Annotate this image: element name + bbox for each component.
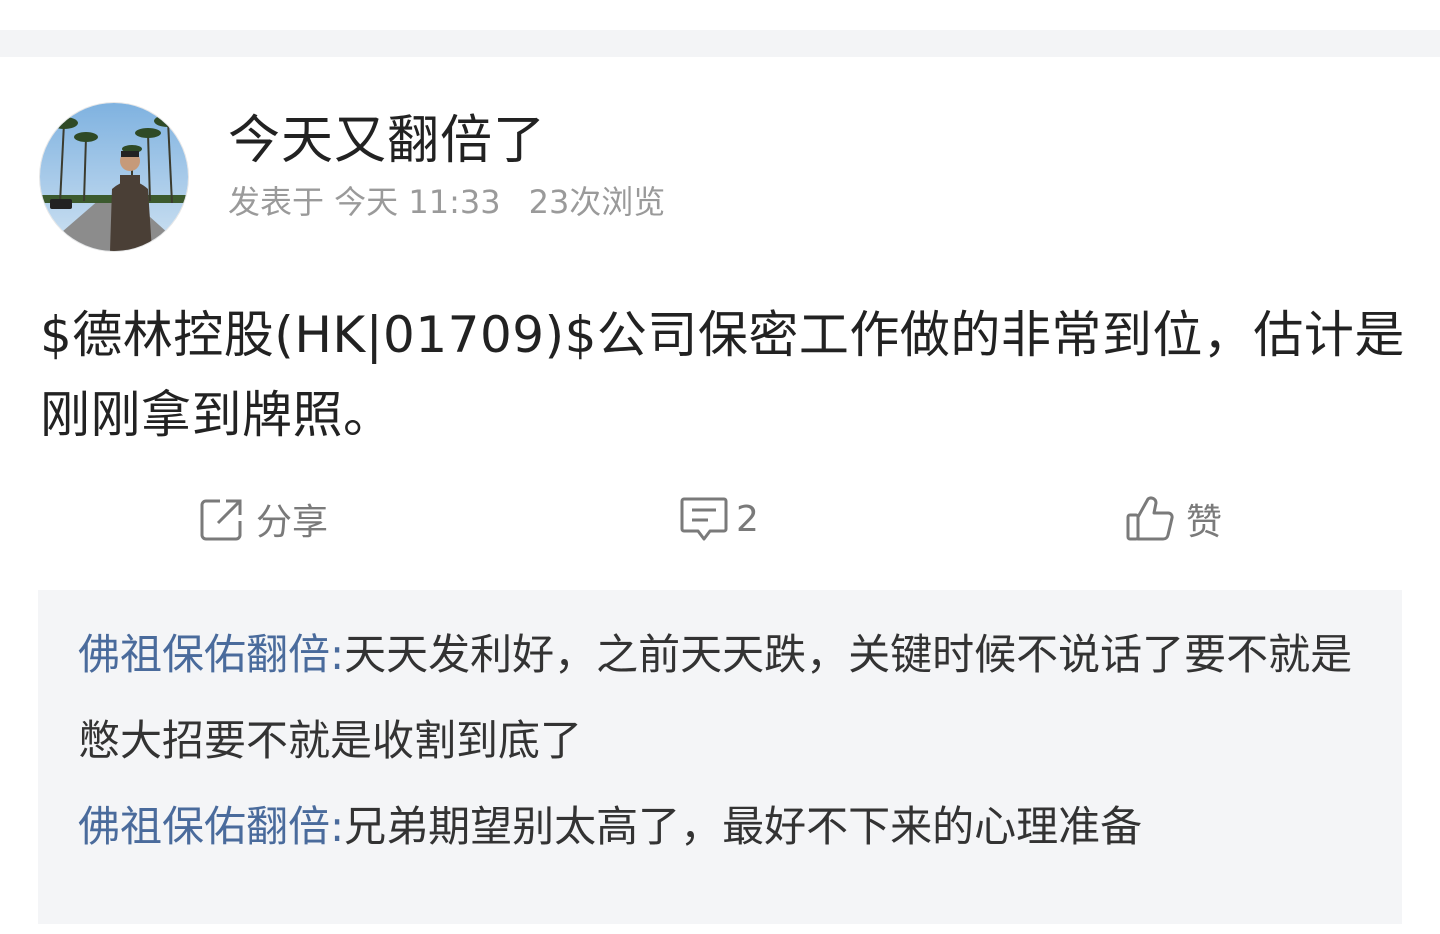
thumbs-up-icon: [1126, 496, 1174, 541]
post-meta: 发表于 今天 11:33 23次浏览: [228, 181, 693, 223]
like-button[interactable]: 赞: [1124, 487, 1222, 551]
comment-username[interactable]: 佛祖保佑翻倍: [78, 802, 330, 851]
comment-text: 兄弟期望别太高了，最好不下来的心理准备: [344, 802, 1143, 851]
avatar-photo: [40, 103, 188, 251]
comment-icon: [680, 497, 728, 541]
comment-item: 佛祖保佑翻倍:兄弟期望别太高了，最好不下来的心理准备: [78, 784, 1368, 870]
post-card: 今天又翻倍了 发表于 今天 11:33 23次浏览 $德林控股(HK|01709)…: [0, 57, 1440, 934]
share-button[interactable]: 分享: [198, 487, 328, 551]
comment-button[interactable]: 2: [678, 487, 759, 551]
comment-item: 佛祖保佑翻倍:天天发利好，之前天天跌，关键时候不说话了要不就是憋大招要不就是收割…: [78, 612, 1368, 784]
share-icon: [200, 499, 242, 541]
comment-count: 2: [736, 498, 759, 540]
author-name[interactable]: 今天又翻倍了: [228, 109, 546, 173]
comment-separator: :: [330, 630, 345, 679]
section-divider: [0, 30, 1440, 57]
post-time: 发表于 今天 11:33: [228, 183, 501, 221]
avatar[interactable]: [40, 103, 188, 251]
comment-list: 佛祖保佑翻倍:天天发利好，之前天天跌，关键时候不说话了要不就是憋大招要不就是收割…: [38, 590, 1402, 924]
comment-username[interactable]: 佛祖保佑翻倍: [78, 630, 330, 679]
view-count: 23次浏览: [528, 183, 666, 221]
comment-separator: :: [330, 802, 345, 851]
action-bar: 分享 2 赞: [0, 487, 1440, 551]
share-label: 分享: [256, 502, 329, 543]
post-content: $德林控股(HK|01709)$公司保密工作做的非常到位，估计是刚刚拿到牌照。: [40, 306, 1405, 444]
like-label: 赞: [1186, 502, 1223, 543]
